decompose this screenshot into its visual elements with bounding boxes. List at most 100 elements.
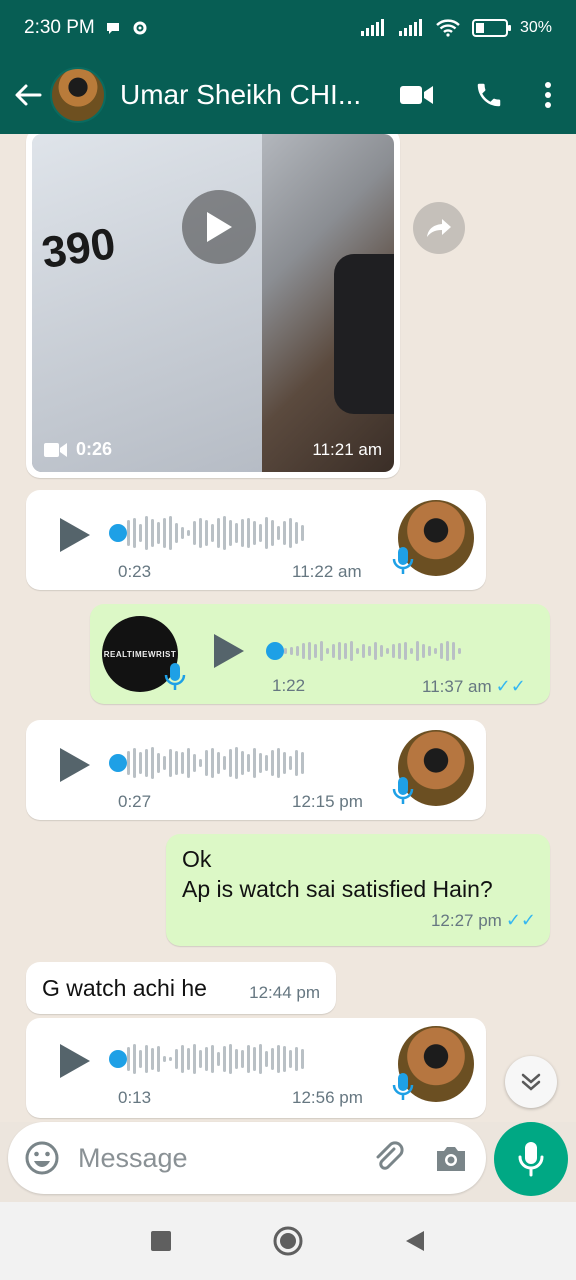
status-left-icons — [105, 19, 149, 37]
scroll-to-bottom-button[interactable] — [505, 1056, 557, 1108]
voice-call-button[interactable] — [474, 80, 504, 110]
back-button[interactable] — [6, 73, 50, 117]
waveform-bar — [151, 1048, 154, 1070]
voice-waveform[interactable] — [127, 513, 304, 553]
voice-play-button[interactable] — [58, 1042, 92, 1080]
message-composer: Message — [8, 1122, 486, 1194]
message-timestamp: 12:27 pm — [430, 911, 502, 930]
waveform-bar — [211, 748, 214, 778]
video-duration-text: 0:26 — [76, 439, 113, 459]
video-message[interactable]: 390 0:26 11:21 am — [26, 134, 400, 478]
voice-play-button[interactable] — [58, 516, 92, 554]
camera-button[interactable] — [434, 1143, 468, 1173]
voice-waveform[interactable] — [127, 1039, 304, 1079]
attach-button[interactable] — [372, 1141, 406, 1175]
signal-icon — [360, 19, 384, 36]
waveform-bar — [163, 1056, 166, 1062]
waveform-bar — [277, 748, 280, 778]
waveform-bar — [404, 642, 407, 660]
voice-progress-dot[interactable] — [109, 524, 127, 542]
waveform-bar — [133, 1044, 136, 1074]
waveform-bar — [205, 750, 208, 776]
more-options-button[interactable] — [544, 81, 552, 109]
voice-progress-dot[interactable] — [266, 642, 284, 660]
waveform-bar — [247, 518, 250, 548]
voice-record-button[interactable] — [494, 1122, 568, 1196]
waveform-bar — [175, 523, 178, 543]
waveform-bar — [374, 642, 377, 660]
chat-area[interactable]: 390 0:26 11:21 am 0:23 11:22 am REALTIME… — [0, 134, 576, 1122]
waveform-bar — [320, 641, 323, 661]
waveform-bar — [187, 530, 190, 536]
voice-message-2[interactable]: REALTIMEWRIST 1:22 11:37 am ✓✓ — [90, 604, 550, 704]
waveform-bar — [181, 1045, 184, 1073]
waveform-bar — [217, 752, 220, 774]
waveform-bar — [127, 751, 130, 775]
voice-play-button[interactable] — [58, 746, 92, 784]
chat-bubble-icon — [106, 23, 119, 34]
home-button[interactable] — [272, 1225, 304, 1257]
waveform-bar — [199, 518, 202, 548]
contact-avatar[interactable] — [50, 67, 106, 123]
waveform-bar — [308, 642, 311, 660]
recents-button[interactable] — [150, 1230, 172, 1252]
waveform-bar — [265, 1051, 268, 1067]
waveform-bar — [187, 1048, 190, 1070]
message-timestamp: 12:44 pm — [249, 983, 320, 1002]
voice-waveform[interactable] — [284, 631, 461, 671]
waveform-bar — [440, 643, 443, 659]
voice-message-3[interactable]: 0:27 12:15 pm — [26, 720, 486, 820]
waveform-bar — [151, 519, 154, 547]
waveform-bar — [253, 521, 256, 545]
waveform-bar — [350, 641, 353, 661]
contact-name[interactable]: Umar Sheikh CHI... — [120, 79, 361, 111]
text-message-incoming[interactable]: G watch achi he 12:44 pm — [26, 962, 336, 1014]
message-text-line-1: Ok — [182, 846, 212, 872]
waveform-bar — [290, 647, 293, 655]
waveform-bar — [169, 749, 172, 777]
video-call-button[interactable] — [400, 84, 434, 106]
waveform-bar — [229, 520, 232, 546]
video-thumbnail[interactable]: 390 0:26 11:21 am — [32, 134, 394, 472]
waveform-bar — [301, 1049, 304, 1069]
voice-message-4[interactable]: 0:13 12:56 pm — [26, 1018, 486, 1118]
voice-waveform[interactable] — [127, 743, 304, 783]
waveform-bar — [428, 646, 431, 656]
message-meta: 12:27 pm ✓✓ — [431, 905, 536, 936]
status-time: 2:30 PM — [24, 17, 95, 38]
voice-play-button[interactable] — [212, 632, 246, 670]
waveform-bar — [181, 527, 184, 539]
thumbnail-dark-object — [334, 254, 394, 414]
waveform-bar — [157, 1046, 160, 1072]
waveform-bar — [193, 1044, 196, 1074]
waveform-bar — [314, 644, 317, 658]
emoji-button[interactable] — [24, 1140, 60, 1176]
waveform-bar — [169, 516, 172, 550]
voice-message-1[interactable]: 0:23 11:22 am — [26, 490, 486, 590]
waveform-bar — [127, 520, 130, 546]
waveform-bar — [175, 751, 178, 775]
waveform-bar — [181, 752, 184, 774]
waveform-bar — [392, 644, 395, 658]
waveform-bar — [265, 755, 268, 771]
waveform-bar — [386, 648, 389, 654]
waveform-bar — [247, 1045, 250, 1073]
waveform-bar — [145, 1045, 148, 1073]
video-play-button[interactable] — [182, 190, 256, 264]
waveform-bar — [284, 648, 287, 654]
voice-progress-dot[interactable] — [109, 1050, 127, 1068]
read-ticks-icon: ✓✓ — [505, 910, 536, 930]
waveform-bar — [259, 1044, 262, 1074]
voice-duration: 1:22 — [272, 676, 306, 695]
text-message-outgoing[interactable]: Ok Ap is watch sai satisfied Hain? 12:27… — [166, 834, 550, 946]
voice-progress-dot[interactable] — [109, 754, 127, 772]
message-text: G watch achi he — [42, 975, 207, 1001]
waveform-bar — [229, 1044, 232, 1074]
settings-icon — [133, 21, 147, 35]
voice-timestamp: 12:56 pm — [292, 1088, 363, 1107]
voice-duration: 0:27 — [118, 792, 152, 811]
waveform-bar — [217, 1052, 220, 1066]
message-input[interactable]: Message — [78, 1143, 372, 1174]
back-nav-button[interactable] — [404, 1229, 426, 1253]
forward-button[interactable] — [413, 202, 465, 254]
